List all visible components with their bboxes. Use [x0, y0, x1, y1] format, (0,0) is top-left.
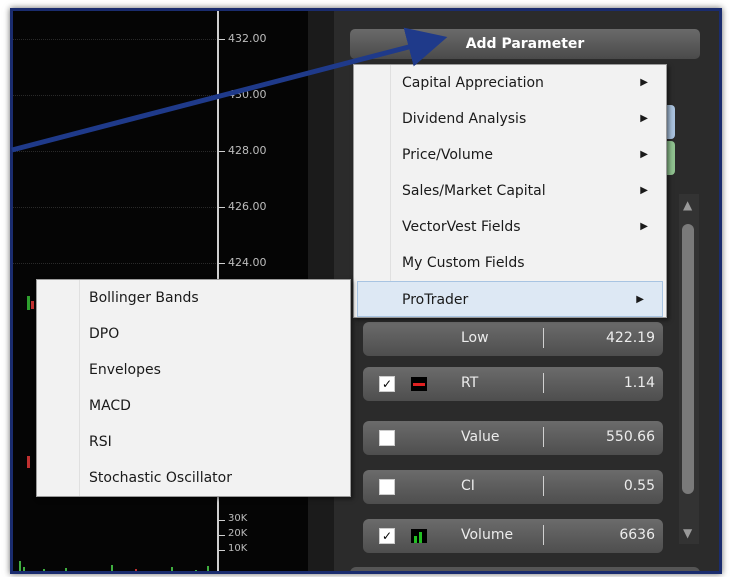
annotation-arrow-line: [11, 27, 448, 153]
annotation-arrow: [11, 27, 448, 153]
